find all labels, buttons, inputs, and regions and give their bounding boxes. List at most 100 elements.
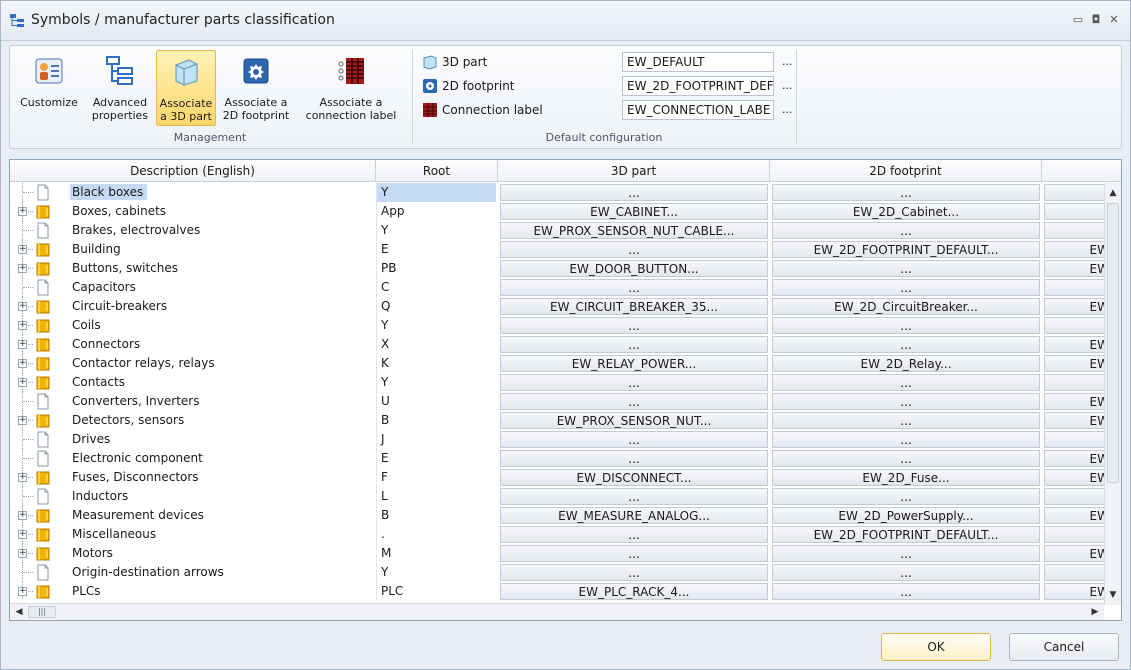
connection-label-cell-button[interactable]: EW [1044, 355, 1104, 372]
description-cell[interactable]: Miscellaneous [70, 525, 374, 544]
2d-footprint-cell-button[interactable]: ... [772, 222, 1040, 239]
table-row[interactable]: + PLCs PLCEW_PLC_RACK_4......EW [10, 582, 1104, 600]
3d-part-cell-button[interactable]: ... [500, 545, 768, 562]
table-row[interactable]: + Buttons, switches PB EW_DOOR_BUTTON......… [10, 259, 1104, 278]
connection-label-cell-button[interactable]: EW [1044, 583, 1104, 600]
table-row[interactable]: + Coils Y...... [10, 316, 1104, 335]
3d-part-cell-button[interactable]: ... [500, 374, 768, 391]
close-icon[interactable]: ✕ [1107, 14, 1121, 26]
root-cell[interactable]: E [376, 240, 496, 259]
3d-part-cell-button[interactable]: EW_CABINET... [500, 203, 768, 220]
2d-footprint-cell-button[interactable]: ... [772, 336, 1040, 353]
horizontal-scroll-thumb[interactable]: ||| [28, 606, 56, 618]
connection-label-cell-button[interactable] [1044, 317, 1104, 334]
3d-part-cell-button[interactable]: ... [500, 450, 768, 467]
connection-label-cell-button[interactable]: EW [1044, 450, 1104, 467]
description-cell[interactable]: Circuit-breakers [70, 297, 374, 316]
connection-label-cell-button[interactable]: EW [1044, 507, 1104, 524]
scroll-up-icon[interactable]: ▲ [1106, 185, 1120, 201]
3d-part-cell-button[interactable]: ... [500, 279, 768, 296]
table-row[interactable]: + Circuit-breakers Q EW_CIRCUIT_BREAKER_35.… [10, 297, 1104, 316]
connection-label-cell-button[interactable]: EW [1044, 469, 1104, 486]
2d-footprint-cell-button[interactable]: EW_2D_PowerSupply... [772, 507, 1040, 524]
3d-part-cell-button[interactable]: EW_CIRCUIT_BREAKER_35... [500, 298, 768, 315]
root-cell[interactable]: Y [376, 183, 496, 202]
description-cell[interactable]: Drives [70, 430, 374, 449]
2d-footprint-cell-button[interactable]: ... [772, 184, 1040, 201]
connection-label-cell-button[interactable] [1044, 222, 1104, 239]
3d-part-cell-button[interactable]: EW_DISCONNECT... [500, 469, 768, 486]
2d-footprint-cell-button[interactable]: ... [772, 374, 1040, 391]
connection-label-cell-button[interactable] [1044, 431, 1104, 448]
description-cell[interactable]: Fuses, Disconnectors [70, 468, 374, 487]
description-cell[interactable]: Boxes, cabinets [70, 202, 374, 221]
connection-label-cell-button[interactable]: EW [1044, 336, 1104, 353]
root-cell[interactable]: B [376, 411, 496, 430]
table-row[interactable]: + Detectors, sensors B EW_PROX_SENSOR_NUT..… [10, 411, 1104, 430]
restore-icon[interactable]: ◘ [1089, 14, 1103, 26]
3d-part-cell-button[interactable]: ... [500, 336, 768, 353]
description-cell[interactable]: Black boxes [70, 183, 374, 202]
root-cell[interactable]: C [376, 278, 496, 297]
description-cell[interactable]: Measurement devices [70, 506, 374, 525]
3d-part-cell-button[interactable]: ... [500, 564, 768, 581]
root-cell[interactable]: X [376, 335, 496, 354]
root-cell[interactable]: U [376, 392, 496, 411]
connection-label-cell-button[interactable] [1044, 184, 1104, 201]
expand-icon[interactable]: + [18, 473, 27, 482]
horizontal-scrollbar[interactable]: ◀ ||| ▶ [10, 603, 1104, 620]
table-row[interactable]: Drives J...... [10, 430, 1104, 449]
connection-label-cell-button[interactable]: EW [1044, 298, 1104, 315]
description-cell[interactable]: Building [70, 240, 374, 259]
description-cell[interactable]: Contactor relays, relays [70, 354, 374, 373]
expand-icon[interactable]: + [18, 340, 27, 349]
column-header-3d-part[interactable]: 3D part [498, 160, 770, 182]
config-connection-label-value[interactable]: EW_CONNECTION_LABE [622, 100, 774, 120]
description-cell[interactable]: PLCs [70, 582, 374, 600]
2d-footprint-cell-button[interactable]: ... [772, 431, 1040, 448]
root-cell[interactable]: F [376, 468, 496, 487]
description-cell[interactable]: Electronic component [70, 449, 374, 468]
root-cell[interactable]: M [376, 544, 496, 563]
3d-part-cell-button[interactable]: ... [500, 526, 768, 543]
2d-footprint-cell-button[interactable]: ... [772, 583, 1040, 600]
root-cell[interactable]: App [376, 202, 496, 221]
root-cell[interactable]: K [376, 354, 496, 373]
table-row[interactable]: + Contacts Y...... [10, 373, 1104, 392]
connection-label-cell-button[interactable] [1044, 564, 1104, 581]
description-cell[interactable]: Brakes, electrovalves [70, 221, 374, 240]
table-row[interactable]: +ConnectorsX......EW [10, 335, 1104, 354]
root-cell[interactable]: Y [376, 373, 496, 392]
description-cell[interactable]: Connectors [70, 335, 374, 354]
cancel-button[interactable]: Cancel [1009, 633, 1119, 661]
minimize-icon[interactable]: ▭ [1071, 14, 1085, 26]
2d-footprint-cell-button[interactable]: EW_2D_Cabinet... [772, 203, 1040, 220]
column-header-description[interactable]: Description (English) [10, 160, 376, 182]
2d-footprint-cell-button[interactable]: EW_2D_Relay... [772, 355, 1040, 372]
2d-footprint-cell-button[interactable]: ... [772, 564, 1040, 581]
expand-icon[interactable]: + [18, 416, 27, 425]
config-connection-label-browse[interactable]: ... [782, 103, 793, 116]
connection-label-cell-button[interactable] [1044, 203, 1104, 220]
root-cell[interactable]: Y [376, 316, 496, 335]
2d-footprint-cell-button[interactable]: ... [772, 545, 1040, 562]
table-row[interactable]: + Fuses, Disconnectors F EW_DISCONNECT... EW… [10, 468, 1104, 487]
connection-label-cell-button[interactable]: EW [1044, 241, 1104, 258]
expand-icon[interactable]: + [18, 207, 27, 216]
3d-part-cell-button[interactable]: ... [500, 488, 768, 505]
3d-part-cell-button[interactable]: ... [500, 241, 768, 258]
3d-part-cell-button[interactable]: EW_PLC_RACK_4... [500, 583, 768, 600]
root-cell[interactable]: Y [376, 221, 496, 240]
table-row[interactable]: + Building E... EW_2D_FOOTPRINT_DEFAULT... E… [10, 240, 1104, 259]
connection-label-cell-button[interactable]: EW [1044, 545, 1104, 562]
root-cell[interactable]: Q [376, 297, 496, 316]
column-header-root[interactable]: Root [376, 160, 498, 182]
scroll-down-icon[interactable]: ▼ [1106, 587, 1120, 603]
customize-button[interactable]: Customize [14, 50, 84, 126]
description-cell[interactable]: Converters, Inverters [70, 392, 374, 411]
connection-label-cell-button[interactable]: EW [1044, 393, 1104, 410]
description-cell[interactable]: Motors [70, 544, 374, 563]
2d-footprint-cell-button[interactable]: ... [772, 412, 1040, 429]
expand-icon[interactable]: + [18, 264, 27, 273]
expand-icon[interactable]: + [18, 511, 27, 520]
